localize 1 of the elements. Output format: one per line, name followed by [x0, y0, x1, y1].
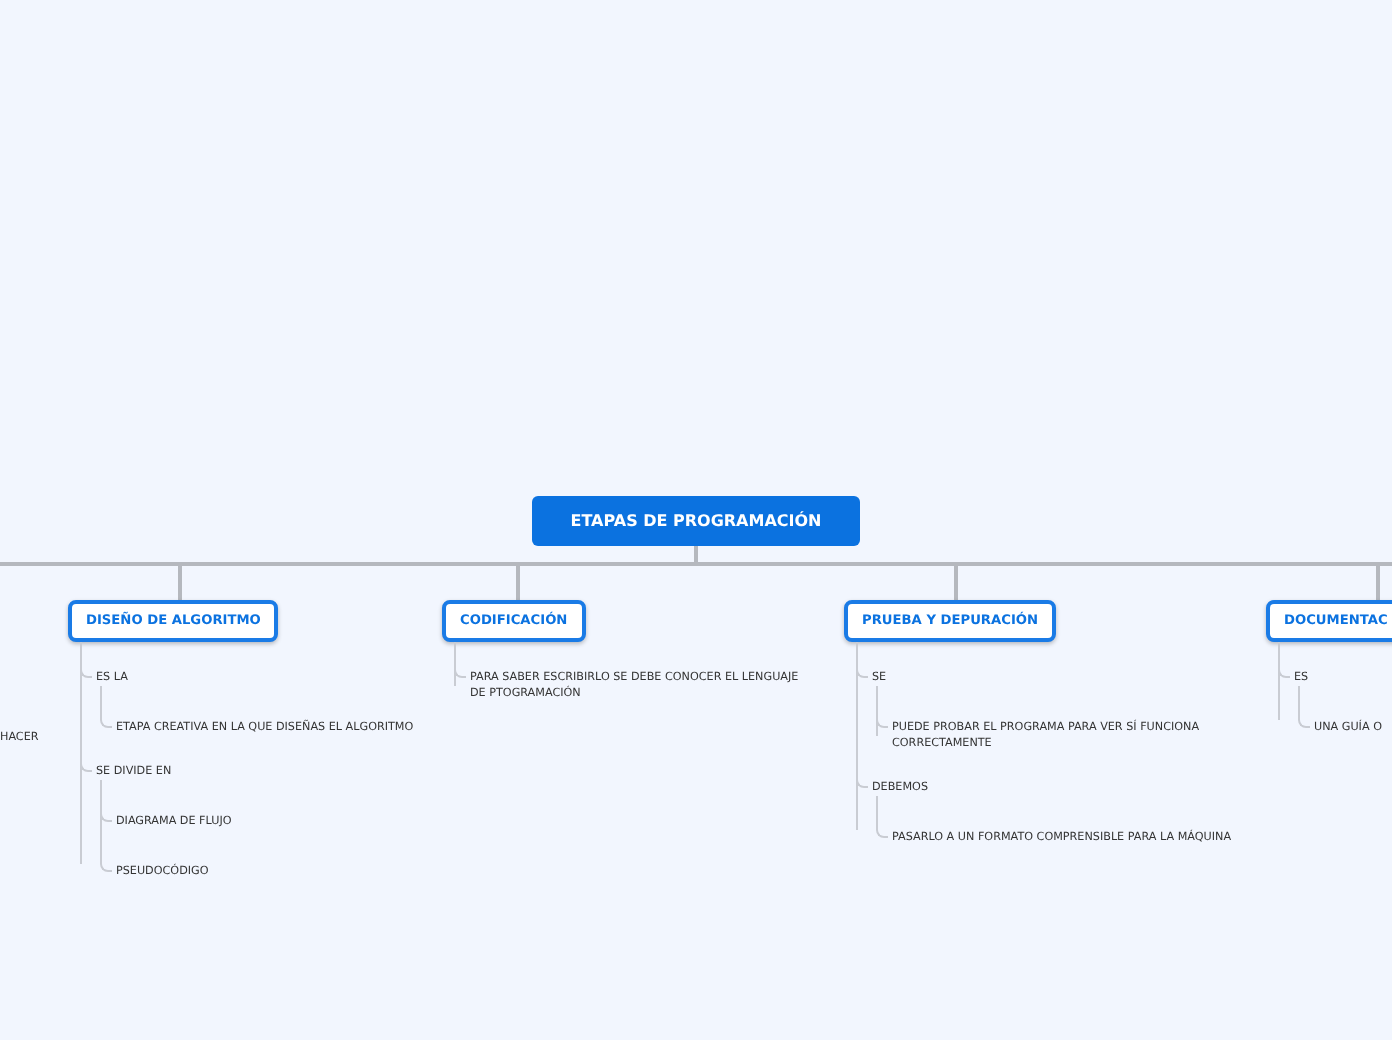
root-node[interactable]: ETAPAS DE PROGRAMACIÓN: [532, 496, 860, 546]
